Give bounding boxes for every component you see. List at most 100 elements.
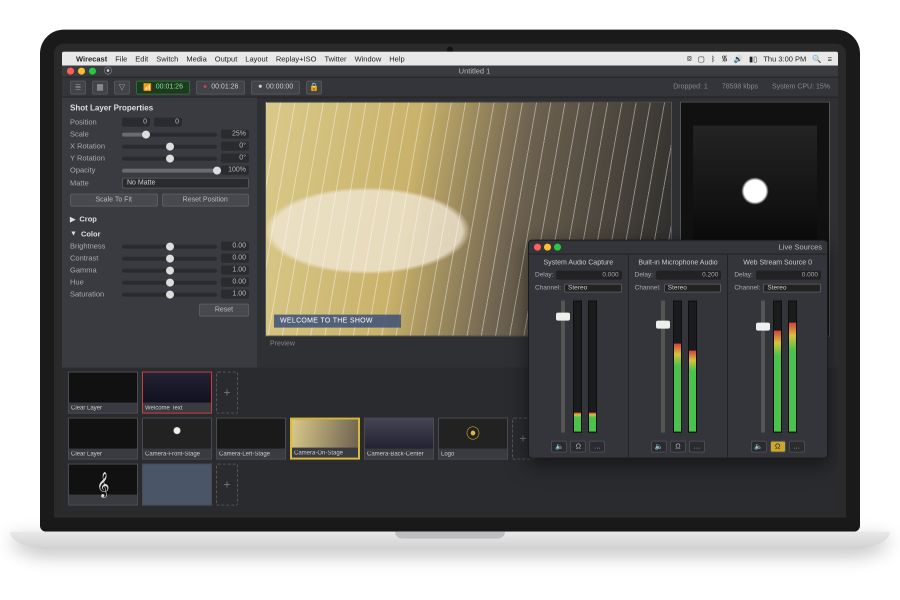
bluetooth-icon[interactable]: ᛒ — [711, 54, 716, 63]
mute-button[interactable]: 🔈 — [551, 441, 567, 453]
dropbox-icon[interactable]: ⧈ — [687, 54, 692, 64]
channel-mode-select[interactable]: Stereo — [664, 284, 722, 293]
saturation-value[interactable]: 1.00 — [221, 290, 249, 299]
hue-value[interactable]: 0.00 — [221, 278, 249, 287]
gamma-slider[interactable] — [122, 268, 217, 272]
close-button[interactable] — [67, 68, 74, 75]
delay-label: Delay: — [535, 272, 553, 279]
position-x[interactable]: 0 — [122, 118, 150, 127]
opacity-value[interactable]: 100% — [221, 166, 249, 175]
preview-label: Preview — [270, 341, 295, 348]
bitrate-stat: 78598 kbps — [722, 84, 758, 91]
color-reset-button[interactable]: Reset — [199, 304, 249, 317]
iso-button[interactable]: ⏺ 00:00:00 — [251, 80, 300, 94]
menubar-clock[interactable]: Thu 3:00 PM — [763, 54, 806, 63]
menubar-item[interactable]: Replay+ISO — [276, 54, 317, 63]
xrot-slider[interactable] — [122, 144, 217, 148]
shot-camera-back[interactable]: Camera-Back-Center — [364, 418, 434, 460]
window-titlebar: ⦿ Untitled 1 — [62, 66, 838, 78]
contrast-slider[interactable] — [122, 256, 217, 260]
brightness-value[interactable]: 0.00 — [221, 242, 249, 251]
reset-position-button[interactable]: Reset Position — [162, 194, 250, 207]
gamma-value[interactable]: 1.00 — [221, 266, 249, 275]
shot-welcome-text[interactable]: Welcome Text — [142, 372, 212, 414]
menubar-app[interactable]: Wirecast — [76, 54, 107, 63]
saturation-slider[interactable] — [122, 292, 217, 296]
shot-camera-onstage[interactable]: Camera-On-Stage — [290, 418, 360, 460]
position-y[interactable]: 0 — [154, 118, 182, 127]
menubar-item[interactable]: File — [115, 54, 127, 63]
monitor-button[interactable]: … — [689, 441, 705, 453]
add-shot-button[interactable]: + — [216, 464, 238, 506]
menubar-item[interactable]: Help — [389, 54, 404, 63]
live-sources-window[interactable]: Live Sources System Audio Capture Delay:… — [528, 240, 828, 459]
spotlight-icon[interactable]: 🔍 — [812, 54, 821, 63]
solo-button[interactable]: Ω — [570, 441, 586, 453]
shot-item[interactable] — [142, 464, 212, 506]
yrot-value[interactable]: 0° — [221, 154, 249, 163]
solo-button[interactable]: Ω — [770, 441, 786, 453]
monitor-button[interactable]: … — [789, 441, 805, 453]
menubar-item[interactable]: Output — [215, 54, 238, 63]
menubar-item[interactable]: Switch — [156, 54, 178, 63]
shot-camera-left[interactable]: Camera-Left-Stage — [216, 418, 286, 460]
channel-mode-select[interactable]: Stereo — [763, 284, 821, 293]
lock-icon[interactable]: 🔒 — [306, 80, 322, 94]
contrast-value[interactable]: 0.00 — [221, 254, 249, 263]
delay-value[interactable]: 0.000 — [556, 271, 621, 280]
brightness-slider[interactable] — [122, 244, 217, 248]
matte-select[interactable]: No Matte — [122, 178, 249, 189]
filter-icon[interactable]: ▽ — [114, 80, 130, 94]
monitor-button[interactable]: … — [589, 441, 605, 453]
menubar-item[interactable]: Media — [186, 54, 206, 63]
mixer-channel: System Audio Capture Delay:0.000 Channel… — [529, 255, 629, 458]
delay-value[interactable]: 0.200 — [656, 271, 721, 280]
shot-camera-front[interactable]: Camera-Front-Stage — [142, 418, 212, 460]
shot-clear-layer[interactable]: Clear Layer — [68, 418, 138, 460]
notifications-icon[interactable]: ≡ — [828, 54, 832, 63]
color-section-toggle[interactable]: ▼Color — [70, 230, 249, 239]
app-logo-icon: ⦿ — [104, 66, 112, 77]
wifi-icon[interactable]: ᯾ — [721, 54, 727, 64]
shot-logo[interactable]: ⦿Logo — [438, 418, 508, 460]
hue-slider[interactable] — [122, 280, 217, 284]
xrot-value[interactable]: 0° — [221, 142, 249, 151]
zoom-button[interactable] — [554, 244, 561, 251]
solo-button[interactable]: Ω — [670, 441, 686, 453]
properties-panel: Shot Layer Properties Position 0 0 Scale… — [62, 98, 257, 368]
menubar-item[interactable]: Window — [355, 54, 382, 63]
channel-mode-select[interactable]: Stereo — [564, 284, 622, 293]
record-button[interactable]: ● 00:01:26 — [196, 80, 245, 94]
stream-button[interactable]: 📶 00:01:26 — [136, 80, 190, 94]
shots-icon[interactable]: ▦ — [92, 80, 108, 94]
menubar-item[interactable]: Layout — [245, 54, 268, 63]
close-button[interactable] — [534, 244, 541, 251]
mute-button[interactable]: 🔈 — [651, 441, 667, 453]
layers-icon[interactable]: ≣ — [70, 80, 86, 94]
battery-icon[interactable]: ▮▯ — [749, 54, 757, 63]
airplay-icon[interactable]: ▢ — [698, 54, 705, 63]
scale-value[interactable]: 25% — [221, 130, 249, 139]
minimize-button[interactable] — [78, 68, 85, 75]
menubar-item[interactable]: Edit — [135, 54, 148, 63]
menubar-item[interactable]: Twitter — [324, 54, 346, 63]
live-sources-title: Live Sources — [779, 243, 822, 252]
volume-fader[interactable] — [761, 301, 765, 433]
add-shot-button[interactable]: + — [216, 372, 238, 414]
volume-fader[interactable] — [561, 301, 565, 433]
yrot-slider[interactable] — [122, 156, 217, 160]
shot-clear-layer[interactable]: Clear Layer — [68, 372, 138, 414]
mute-button[interactable]: 🔈 — [751, 441, 767, 453]
channel-mode-label: Channel: — [635, 285, 661, 292]
volume-fader[interactable] — [661, 301, 665, 433]
minimize-button[interactable] — [544, 244, 551, 251]
zoom-button[interactable] — [89, 68, 96, 75]
scale-slider[interactable] — [122, 132, 217, 136]
crop-section-toggle[interactable]: ▶Crop — [70, 215, 249, 224]
scale-to-fit-button[interactable]: Scale To Fit — [70, 194, 158, 207]
opacity-slider[interactable] — [122, 168, 217, 172]
shot-item[interactable]: 𝄞 — [68, 464, 138, 506]
level-meter-l — [673, 301, 682, 433]
volume-icon[interactable]: 🔊 — [734, 54, 743, 63]
delay-value[interactable]: 0.000 — [756, 271, 821, 280]
